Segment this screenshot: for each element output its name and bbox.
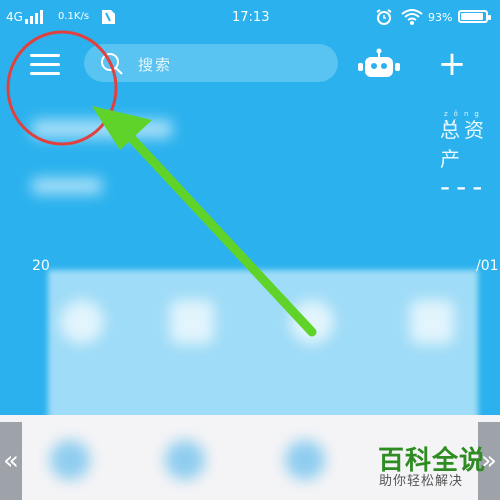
panel-icon-blurred[interactable] [165,440,205,480]
function-card-blurred [48,270,478,430]
wifi-icon [401,9,423,25]
add-button[interactable]: + [432,44,472,84]
total-assets-value: --- [440,170,489,203]
signal-icon [25,10,43,24]
clock: 17:13 [232,10,270,25]
date-end: /01 [476,258,499,274]
robot-icon [358,48,400,77]
panel-icon-blurred[interactable] [50,440,90,480]
battery-percent: 93% [428,11,453,24]
battery-fill [461,13,484,20]
alarm-icon [376,9,392,25]
account-id-blurred [32,178,102,194]
battery-icon [458,10,491,23]
search-icon [101,53,123,75]
grid-icon-blurred[interactable] [170,300,214,344]
network-label: 4G [6,10,23,24]
grid-icon-blurred[interactable] [410,300,454,344]
grid-icon-blurred[interactable] [60,300,104,344]
total-assets-label: 总资产 [440,118,488,171]
menu-icon-line [30,54,60,57]
search-placeholder: 搜索 [138,56,173,74]
panel-icon-blurred[interactable] [285,440,325,480]
menu-icon-line [30,63,60,66]
menu-button[interactable] [22,48,68,80]
search-bar[interactable]: 搜索 [84,44,338,82]
sim-card-icon [102,10,115,24]
status-bar: 4G 0.1K/s 17:13 93% [0,0,500,36]
account-name-blurred [32,120,172,138]
menu-icon-line [30,72,60,75]
grid-icon-blurred[interactable] [290,300,334,344]
robot-assistant-button[interactable] [356,48,402,80]
prev-arrow-button[interactable]: « [0,422,22,500]
watermark-subtitle: 助你轻松解决 [379,474,464,489]
network-speed: 0.1K/s [58,11,90,22]
